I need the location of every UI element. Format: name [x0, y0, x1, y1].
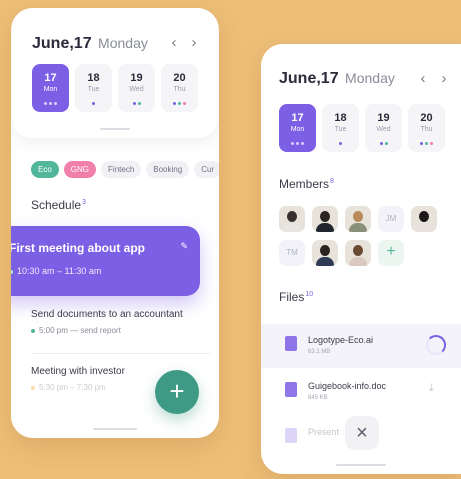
divider: [31, 353, 211, 354]
event-time: 10:30 am – 11:30 am: [11, 266, 101, 276]
avatar[interactable]: [411, 206, 437, 232]
chevron-right-icon[interactable]: ›: [187, 34, 201, 51]
avatar[interactable]: [312, 240, 338, 266]
event-title: First meeting about app: [11, 241, 146, 255]
download-icon[interactable]: ⤓: [429, 382, 434, 395]
tag-filter-row: Eco GNG Fintech Booking Cur: [31, 161, 219, 178]
event-dots: [322, 142, 359, 145]
chevron-right-icon[interactable]: ›: [437, 70, 451, 87]
event-dots: [279, 142, 316, 145]
event-dots: [161, 102, 198, 105]
calendar-header: June,17 Monday ‹ › 17 Mon 18 Tue 19 Wed 20 Thu: [12, 8, 218, 138]
event-item[interactable]: Send documents to an accountant 5:00 pm …: [31, 309, 183, 335]
members-files-screen: June,17 Monday ‹ › 17 Mon 18 Tue 19 Wed 20 Thu …: [261, 44, 461, 474]
day-strip: 17 Mon 18 Tue 19 Wed 20 Thu: [32, 64, 198, 112]
chevron-left-icon[interactable]: ‹: [167, 34, 181, 51]
date-title: June,17 Monday: [279, 70, 395, 87]
home-indicator: [336, 464, 386, 466]
day-cell[interactable]: 20 Thu: [161, 64, 198, 112]
tag-chip[interactable]: Cur: [194, 161, 219, 178]
tag-chip[interactable]: Fintech: [101, 161, 142, 178]
schedule-heading: Schedule3: [31, 198, 86, 212]
day-cell[interactable]: 17 Mon: [32, 64, 69, 112]
add-event-button[interactable]: +: [155, 370, 199, 414]
day-strip: 17 Mon 18 Tue 19 Wed 20 Thu: [279, 104, 445, 152]
members-grid: JM TM +: [279, 206, 437, 266]
drag-handle[interactable]: [100, 128, 130, 130]
event-card-active[interactable]: First meeting about app 10:30 am – 11:30…: [11, 226, 200, 296]
avatar-initials[interactable]: TM: [279, 240, 305, 266]
upload-progress-icon: [426, 335, 446, 355]
home-indicator: [93, 428, 137, 430]
event-dots: [75, 102, 112, 105]
tag-chip[interactable]: GNG: [63, 161, 97, 178]
close-button[interactable]: ×: [345, 416, 379, 450]
add-member-button[interactable]: +: [378, 240, 404, 266]
tag-chip[interactable]: Booking: [146, 161, 190, 178]
day-cell[interactable]: 19 Wed: [365, 104, 402, 152]
pin-icon[interactable]: ✎: [180, 241, 188, 252]
day-cell[interactable]: 19 Wed: [118, 64, 155, 112]
avatar[interactable]: [279, 206, 305, 232]
tag-chip[interactable]: Eco: [31, 161, 59, 178]
file-item[interactable]: Guigebook-info.doc 845 KB ⤓: [261, 370, 461, 414]
event-dots: [408, 142, 445, 145]
avatar-initials[interactable]: JM: [378, 206, 404, 232]
event-dots: [365, 142, 402, 145]
day-cell[interactable]: 17 Mon: [279, 104, 316, 152]
members-heading: Members8: [279, 177, 334, 191]
file-icon: [285, 382, 297, 397]
event-item[interactable]: Meeting with investor 5:30 pm – 7:30 pm: [31, 366, 125, 392]
file-item[interactable]: Logotype-Eco.ai 63.1 MB: [261, 324, 461, 368]
avatar[interactable]: [312, 206, 338, 232]
day-cell[interactable]: 18 Tue: [322, 104, 359, 152]
day-cell[interactable]: 20 Thu: [408, 104, 445, 152]
event-dots: [32, 102, 69, 105]
files-heading: Files10: [279, 290, 314, 304]
file-icon: [285, 428, 297, 443]
date-title: June,17 Monday: [32, 35, 148, 52]
avatar[interactable]: [345, 240, 371, 266]
chevron-left-icon[interactable]: ‹: [416, 70, 430, 87]
event-dots: [118, 102, 155, 105]
day-cell[interactable]: 18 Tue: [75, 64, 112, 112]
calendar-header: June,17 Monday ‹ › 17 Mon 18 Tue 19 Wed 20 Thu: [261, 44, 461, 174]
avatar[interactable]: [345, 206, 371, 232]
schedule-screen: June,17 Monday ‹ › 17 Mon 18 Tue 19 Wed 20 Thu …: [11, 8, 219, 438]
file-icon: [285, 336, 297, 351]
